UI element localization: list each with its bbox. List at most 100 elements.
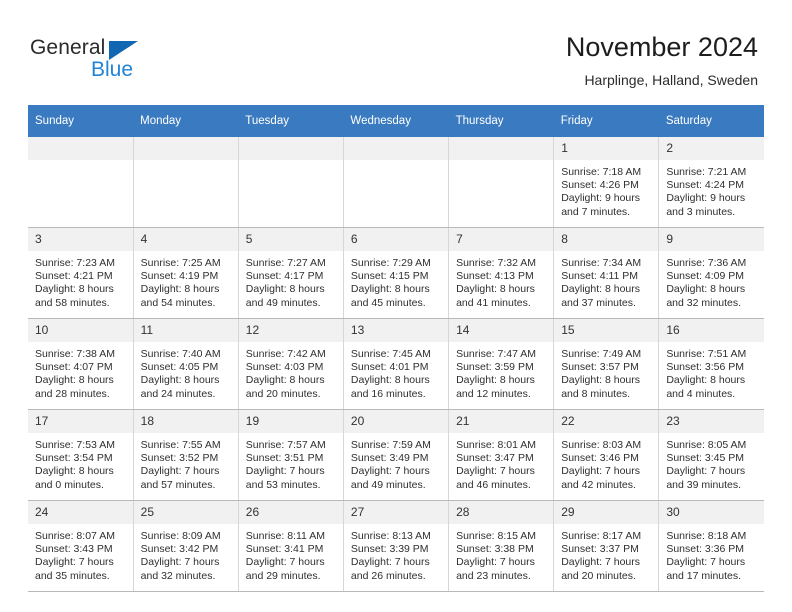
daylight-line-2: and 58 minutes. bbox=[35, 296, 110, 309]
calendar-day-cell[interactable]: 2 Sunrise: 7:21 AM Sunset: 4:24 PM Daylight… bbox=[658, 137, 764, 228]
sunset-time: Sunset: 3:42 PM bbox=[140, 543, 219, 556]
sunset-time: Sunset: 3:46 PM bbox=[561, 452, 639, 465]
calendar-day-cell[interactable]: 11 Sunrise: 7:40 AM Sunset: 4:05 PM Dayligh… bbox=[133, 318, 239, 410]
sunrise-time: Sunrise: 8:07 AM bbox=[35, 530, 115, 542]
daylight-line-2: and 24 minutes. bbox=[140, 387, 216, 400]
sunset-time: Sunset: 3:57 PM bbox=[561, 361, 639, 374]
calendar-day-cell[interactable]: 23 Sunrise: 8:05 AM Sunset: 3:45 PM Dayligh… bbox=[658, 409, 764, 501]
sunrise-time: Sunrise: 7:45 AM bbox=[350, 348, 431, 360]
daylight-line-2: and 49 minutes. bbox=[350, 478, 426, 491]
calendar-day-cell[interactable]: 13 Sunrise: 7:45 AM Sunset: 4:01 PM Dayligh… bbox=[343, 318, 450, 410]
daylight-line-1: Daylight: 9 hours bbox=[561, 192, 640, 205]
day-number: 21 bbox=[449, 410, 554, 434]
sunset-time: Sunset: 3:37 PM bbox=[561, 543, 639, 556]
sunset-time: Sunset: 4:15 PM bbox=[350, 270, 429, 283]
general-blue-logo[interactable]: General Blue bbox=[30, 36, 210, 88]
sunrise-time: Sunrise: 7:23 AM bbox=[35, 257, 115, 269]
page-header: General Blue November 2024 Harplinge, Ha… bbox=[0, 0, 792, 100]
daylight-line-2: and 7 minutes. bbox=[561, 205, 631, 218]
sunrise-time: Sunrise: 7:42 AM bbox=[245, 348, 326, 360]
calendar-day-cell[interactable]: 26 Sunrise: 8:11 AM Sunset: 3:41 PM Dayligh… bbox=[238, 500, 344, 592]
day-number: 30 bbox=[659, 501, 764, 525]
calendar-head: Sunday Monday Tuesday Wednesday Thursday… bbox=[28, 105, 764, 137]
day-details: Sunrise: 7:27 AM Sunset: 4:17 PM Daylight:… bbox=[239, 252, 343, 310]
calendar-day-cell[interactable]: 25 Sunrise: 8:09 AM Sunset: 3:42 PM Dayligh… bbox=[133, 500, 239, 592]
day-details: Sunrise: 7:38 AM Sunset: 4:07 PM Daylight:… bbox=[28, 343, 133, 401]
daylight-line-1: Daylight: 7 hours bbox=[245, 465, 325, 478]
daylight-line-1: Daylight: 9 hours bbox=[666, 192, 746, 205]
calendar-day-cell[interactable]: 6 Sunrise: 7:29 AM Sunset: 4:15 PM Daylight… bbox=[343, 227, 450, 319]
calendar-day-cell[interactable]: 4 Sunrise: 7:25 AM Sunset: 4:19 PM Daylight… bbox=[133, 227, 239, 319]
calendar-day-cell[interactable]: 1 Sunrise: 7:18 AM Sunset: 4:26 PM Daylight… bbox=[553, 137, 660, 228]
sunrise-time: Sunrise: 8:18 AM bbox=[666, 530, 747, 542]
title-block: November 2024 Harplinge, Halland, Sweden bbox=[566, 30, 758, 90]
calendar-day-cell[interactable]: 21 Sunrise: 8:01 AM Sunset: 3:47 PM Dayligh… bbox=[448, 409, 555, 501]
weekday-header-row: Sunday Monday Tuesday Wednesday Thursday… bbox=[28, 105, 764, 137]
sunrise-time: Sunrise: 7:51 AM bbox=[666, 348, 747, 360]
calendar-cell-empty bbox=[343, 137, 450, 228]
sunrise-time: Sunrise: 7:53 AM bbox=[35, 439, 115, 451]
sunset-time: Sunset: 3:43 PM bbox=[35, 543, 113, 556]
sunset-time: Sunset: 3:56 PM bbox=[666, 361, 744, 374]
calendar-day-cell[interactable]: 20 Sunrise: 7:59 AM Sunset: 3:49 PM Dayligh… bbox=[343, 409, 450, 501]
day-details: Sunrise: 7:25 AM Sunset: 4:19 PM Daylight:… bbox=[134, 252, 238, 310]
day-number: 23 bbox=[659, 410, 764, 434]
sunset-time: Sunset: 3:36 PM bbox=[666, 543, 744, 556]
day-details: Sunrise: 8:13 AM Sunset: 3:39 PM Daylight:… bbox=[344, 525, 448, 583]
daylight-line-1: Daylight: 8 hours bbox=[456, 374, 535, 387]
weekday-header-monday: Monday bbox=[133, 105, 239, 137]
day-number: 14 bbox=[449, 319, 554, 343]
day-number: 18 bbox=[133, 410, 238, 434]
calendar-day-cell[interactable]: 3 Sunrise: 7:23 AM Sunset: 4:21 PM Daylight… bbox=[28, 227, 134, 319]
calendar-day-cell[interactable]: 9 Sunrise: 7:36 AM Sunset: 4:09 PM Daylight… bbox=[658, 227, 764, 319]
daylight-line-1: Daylight: 8 hours bbox=[245, 374, 325, 387]
sunrise-time: Sunrise: 7:32 AM bbox=[456, 257, 537, 269]
calendar-day-cell[interactable]: 24 Sunrise: 8:07 AM Sunset: 3:43 PM Dayligh… bbox=[28, 500, 134, 592]
daylight-line-1: Daylight: 7 hours bbox=[35, 556, 114, 569]
day-details: Sunrise: 7:47 AM Sunset: 3:59 PM Daylight:… bbox=[449, 343, 553, 401]
daylight-line-1: Daylight: 7 hours bbox=[245, 556, 325, 569]
sunrise-time: Sunrise: 7:27 AM bbox=[245, 257, 326, 269]
calendar-day-cell[interactable]: 30 Sunrise: 8:18 AM Sunset: 3:36 PM Dayligh… bbox=[658, 500, 764, 592]
day-details: Sunrise: 8:05 AM Sunset: 3:45 PM Daylight:… bbox=[659, 434, 764, 492]
calendar-day-cell[interactable]: 17 Sunrise: 7:53 AM Sunset: 3:54 PM Dayligh… bbox=[28, 409, 134, 501]
day-number: 11 bbox=[133, 319, 238, 343]
calendar-day-cell[interactable]: 18 Sunrise: 7:55 AM Sunset: 3:52 PM Dayligh… bbox=[133, 409, 239, 501]
day-details: Sunrise: 8:07 AM Sunset: 3:43 PM Daylight:… bbox=[28, 525, 133, 583]
calendar-body: 1 Sunrise: 7:18 AM Sunset: 4:26 PM Daylight… bbox=[28, 137, 764, 592]
day-details: Sunrise: 7:51 AM Sunset: 3:56 PM Daylight:… bbox=[659, 343, 764, 401]
daylight-line-2: and 0 minutes. bbox=[35, 478, 104, 491]
day-details: Sunrise: 7:36 AM Sunset: 4:09 PM Daylight:… bbox=[659, 252, 764, 310]
daylight-line-2: and 41 minutes. bbox=[456, 296, 531, 309]
sunset-time: Sunset: 4:17 PM bbox=[245, 270, 324, 283]
calendar-day-cell[interactable]: 15 Sunrise: 7:49 AM Sunset: 3:57 PM Dayligh… bbox=[553, 318, 660, 410]
calendar-day-cell[interactable]: 16 Sunrise: 7:51 AM Sunset: 3:56 PM Dayligh… bbox=[658, 318, 764, 410]
sunrise-time: Sunrise: 8:09 AM bbox=[140, 530, 221, 542]
calendar-day-cell[interactable]: 28 Sunrise: 8:15 AM Sunset: 3:38 PM Dayligh… bbox=[448, 500, 555, 592]
calendar-day-cell[interactable]: 5 Sunrise: 7:27 AM Sunset: 4:17 PM Daylight… bbox=[238, 227, 344, 319]
day-details: Sunrise: 8:09 AM Sunset: 3:42 PM Daylight:… bbox=[134, 525, 238, 583]
daylight-line-1: Daylight: 7 hours bbox=[456, 465, 535, 478]
daylight-line-1: Daylight: 7 hours bbox=[561, 556, 640, 569]
page-subtitle: Harplinge, Halland, Sweden bbox=[584, 72, 758, 88]
day-number: 17 bbox=[28, 410, 133, 434]
calendar-day-cell[interactable]: 29 Sunrise: 8:17 AM Sunset: 3:37 PM Dayligh… bbox=[553, 500, 660, 592]
calendar-day-cell[interactable]: 10 Sunrise: 7:38 AM Sunset: 4:07 PM Dayligh… bbox=[28, 318, 134, 410]
day-details: Sunrise: 8:01 AM Sunset: 3:47 PM Daylight:… bbox=[449, 434, 553, 492]
calendar-day-cell[interactable]: 14 Sunrise: 7:47 AM Sunset: 3:59 PM Dayligh… bbox=[448, 318, 555, 410]
sunrise-time: Sunrise: 7:55 AM bbox=[140, 439, 221, 451]
calendar-day-cell[interactable]: 7 Sunrise: 7:32 AM Sunset: 4:13 PM Daylight… bbox=[448, 227, 555, 319]
weekday-header-wednesday: Wednesday bbox=[343, 105, 449, 137]
daylight-line-2: and 4 minutes. bbox=[666, 387, 736, 400]
daylight-line-2: and 8 minutes. bbox=[561, 387, 631, 400]
calendar-day-cell[interactable]: 22 Sunrise: 8:03 AM Sunset: 3:46 PM Dayligh… bbox=[553, 409, 660, 501]
sunset-time: Sunset: 3:38 PM bbox=[456, 543, 534, 556]
weekday-header-sunday: Sunday bbox=[28, 105, 134, 137]
calendar-day-cell[interactable]: 8 Sunrise: 7:34 AM Sunset: 4:11 PM Daylight… bbox=[553, 227, 660, 319]
calendar-day-cell[interactable]: 19 Sunrise: 7:57 AM Sunset: 3:51 PM Dayligh… bbox=[238, 409, 344, 501]
calendar-day-cell[interactable]: 27 Sunrise: 8:13 AM Sunset: 3:39 PM Dayligh… bbox=[343, 500, 450, 592]
sunrise-time: Sunrise: 7:34 AM bbox=[561, 257, 642, 269]
calendar-day-cell[interactable]: 12 Sunrise: 7:42 AM Sunset: 4:03 PM Dayligh… bbox=[238, 318, 344, 410]
sunrise-time: Sunrise: 7:57 AM bbox=[245, 439, 326, 451]
calendar-week-row: 17 Sunrise: 7:53 AM Sunset: 3:54 PM Dayligh… bbox=[28, 409, 764, 501]
